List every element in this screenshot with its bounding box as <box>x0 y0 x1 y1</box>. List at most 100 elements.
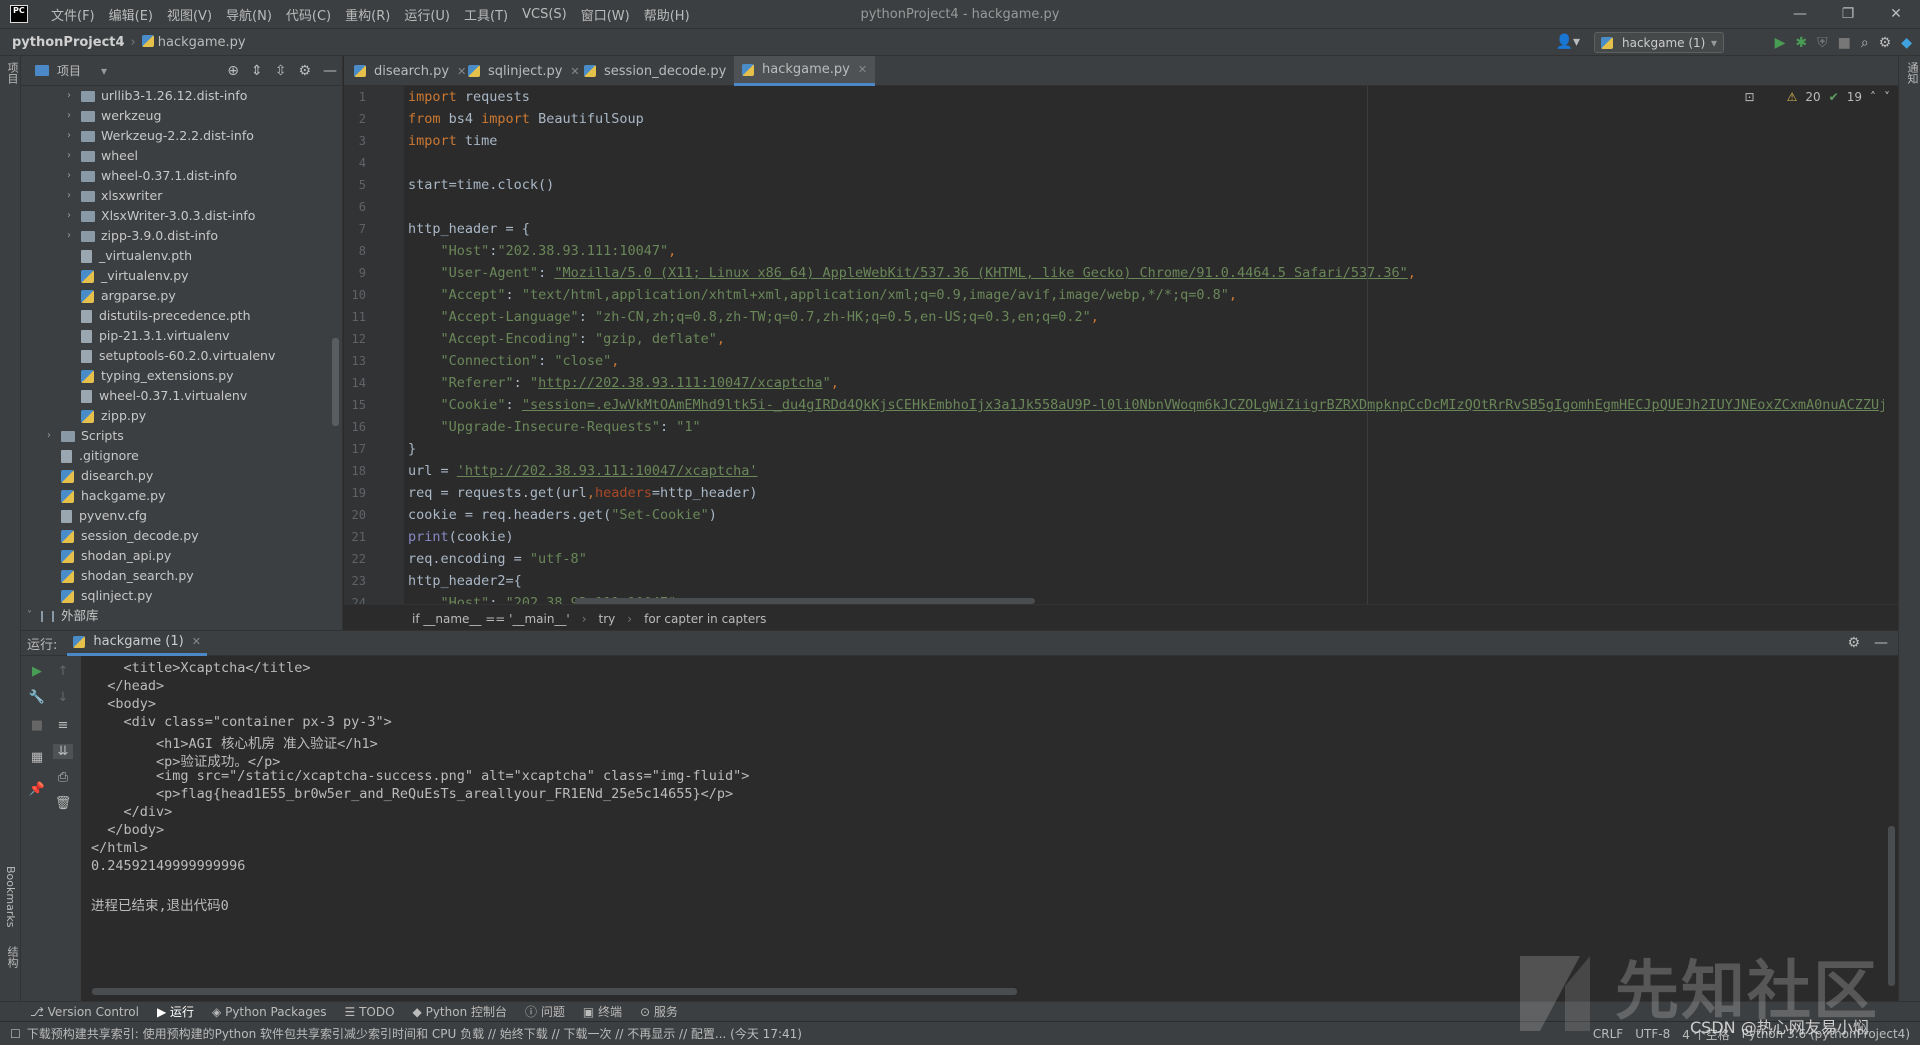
code-editor[interactable]: import requests from bs4 import Beautifu… <box>404 86 1884 604</box>
run-console[interactable]: <title>Xcaptcha</title> </head> <body> <… <box>81 656 1898 1001</box>
menu-tools[interactable]: 工具(T) <box>457 5 515 24</box>
pin-icon[interactable]: 📌 <box>27 782 47 797</box>
tree-item[interactable]: argparse.py <box>67 286 176 306</box>
interpreter-widget[interactable]: Python 3.6 (pythonProject4) <box>1742 1027 1910 1041</box>
wrench-icon[interactable]: 🔧 <box>27 690 47 705</box>
project-tool-button[interactable]: 项目 <box>4 62 20 84</box>
menu-code[interactable]: 代码(C) <box>279 5 338 24</box>
chevron-right-icon[interactable]: › <box>67 126 77 146</box>
breadcrumb-item[interactable]: try <box>599 612 616 626</box>
restore-button[interactable]: ❐ <box>1824 0 1872 29</box>
url-link[interactable]: 'http://202.38.93.111:10047/xcaptcha' <box>457 463 758 479</box>
tree-item[interactable]: › Scripts <box>47 426 124 446</box>
tree-item[interactable]: sqlinject.py <box>47 586 153 606</box>
run-tab[interactable]: hackgame (1) ✕ <box>67 631 207 656</box>
tree-item[interactable]: wheel-0.37.1.virtualenv <box>67 386 247 406</box>
python-packages-tool-button[interactable]: ◈ Python Packages <box>212 1005 326 1019</box>
menu-navigate[interactable]: 导航(N) <box>219 5 279 24</box>
tree-item[interactable]: typing_extensions.py <box>67 366 234 386</box>
soft-wrap-icon[interactable]: ≡ <box>53 718 73 733</box>
scroll-to-end-icon[interactable]: ⇊ <box>53 744 73 759</box>
layout-icon[interactable]: ▦ <box>27 750 47 765</box>
expand-all-icon[interactable]: ⇕ <box>251 63 263 79</box>
chevron-up-icon[interactable]: ˄ <box>1870 90 1876 104</box>
rerun-icon[interactable]: ▶ <box>27 664 47 679</box>
tree-item[interactable]: › werkzeug <box>67 106 161 126</box>
tree-item[interactable]: › wheel <box>67 146 138 166</box>
close-window-button[interactable]: ✕ <box>1872 0 1920 29</box>
tree-item[interactable]: _virtualenv.pth <box>67 246 192 266</box>
tree-scrollbar[interactable] <box>332 338 339 426</box>
tree-item[interactable]: › urllib3-1.26.12.dist-info <box>67 86 247 106</box>
todo-tool-button[interactable]: ☰ TODO <box>345 1005 395 1019</box>
breadcrumb-item[interactable]: if __name__ == '__main__' <box>412 612 570 626</box>
status-message[interactable]: 下载预构建共享索引: 使用预构建的Python 软件包共享索引减少索引时间和 C… <box>27 1025 802 1042</box>
user-icon[interactable]: 👤▾ <box>1556 34 1580 50</box>
locate-icon[interactable]: ⊕ <box>227 63 239 79</box>
minimize-button[interactable]: — <box>1776 0 1824 29</box>
tree-item[interactable]: distutils-precedence.pth <box>67 306 251 326</box>
stop-icon[interactable]: ■ <box>1838 35 1851 51</box>
tree-item[interactable]: › zipp-3.9.0.dist-info <box>67 226 218 246</box>
chevron-right-icon[interactable]: › <box>67 86 77 106</box>
menu-view[interactable]: 视图(V) <box>160 5 219 24</box>
close-tab-icon[interactable]: ✕ <box>858 63 867 76</box>
indent-widget[interactable]: 4 个空格 <box>1682 1026 1729 1043</box>
trash-icon[interactable]: 🗑 <box>53 796 73 811</box>
menu-help[interactable]: 帮助(H) <box>637 5 697 24</box>
tree-item[interactable]: › Werkzeug-2.2.2.dist-info <box>67 126 254 146</box>
chevron-right-icon[interactable]: › <box>67 166 77 186</box>
arrow-up-icon[interactable]: ↑ <box>53 664 73 679</box>
run-config-selector[interactable]: hackgame (1) ▾ <box>1594 32 1724 53</box>
status-square-icon[interactable]: ☐ <box>10 1027 21 1041</box>
run-tool-button[interactable]: ▶ 运行 <box>157 1003 194 1020</box>
tab-sqlinject[interactable]: sqlinject.py ✕ <box>460 56 588 86</box>
chevron-right-icon[interactable]: › <box>67 146 77 166</box>
gear-icon[interactable]: ⚙ <box>298 63 311 79</box>
tab-hackgame[interactable]: hackgame.py ✕ <box>734 56 876 86</box>
tree-item[interactable]: › XlsxWriter-3.0.3.dist-info <box>67 206 255 226</box>
print-icon[interactable]: ⎙ <box>53 770 73 785</box>
services-tool-button[interactable]: ⊙ 服务 <box>640 1003 678 1020</box>
tree-item[interactable]: shodan_search.py <box>47 566 194 586</box>
breadcrumb-project[interactable]: pythonProject4 <box>12 35 125 50</box>
tree-item[interactable]: _virtualenv.py <box>67 266 189 286</box>
chevron-right-icon[interactable]: › <box>67 206 77 226</box>
chevron-right-icon[interactable]: › <box>67 186 77 206</box>
chevron-down-icon[interactable]: ˅ <box>27 606 37 624</box>
tree-item[interactable]: pip-21.3.1.virtualenv <box>67 326 230 346</box>
python-console-tool-button[interactable]: ◆ Python 控制台 <box>413 1003 507 1020</box>
arrow-down-icon[interactable]: ↓ <box>53 690 73 705</box>
chevron-down-icon[interactable]: ▾ <box>101 64 107 78</box>
debug-icon[interactable]: ✱ <box>1795 35 1807 51</box>
line-separator-widget[interactable]: CRLF <box>1593 1027 1623 1041</box>
tab-disearch[interactable]: disearch.py ✕ <box>346 56 474 86</box>
tree-item[interactable]: .gitignore <box>47 446 139 466</box>
close-tab-icon[interactable]: ✕ <box>192 635 201 648</box>
menu-window[interactable]: 窗口(W) <box>574 5 637 24</box>
chevron-right-icon[interactable]: › <box>47 426 57 446</box>
menu-vcs[interactable]: VCS(S) <box>515 7 574 22</box>
run-icon[interactable]: ▶ <box>1775 35 1786 51</box>
collapse-all-icon[interactable]: ⇳ <box>275 63 287 79</box>
menu-edit[interactable]: 编辑(E) <box>102 5 160 24</box>
tree-item[interactable]: session_decode.py <box>47 526 199 546</box>
problems-tool-button[interactable]: ⓘ 问题 <box>525 1003 565 1020</box>
console-horizontal-scrollbar[interactable] <box>92 988 1017 995</box>
tree-item[interactable]: ˅ 外部库 <box>27 606 99 624</box>
encoding-widget[interactable]: UTF-8 <box>1635 1027 1670 1041</box>
notifications-tool-button[interactable]: 通知 <box>1904 62 1920 84</box>
tree-item[interactable]: hackgame.py <box>47 486 165 506</box>
tree-item[interactable]: zipp.py <box>67 406 146 426</box>
chevron-right-icon[interactable]: › <box>67 106 77 126</box>
hide-panel-icon[interactable]: — <box>323 63 337 79</box>
version-control-tool-button[interactable]: ⎇ Version Control <box>30 1005 139 1019</box>
jetbrains-logo-icon[interactable]: ◆ <box>1901 35 1912 51</box>
tree-item[interactable]: › wheel-0.37.1.dist-info <box>67 166 237 186</box>
coverage-icon[interactable]: ⛨ <box>1817 35 1828 51</box>
gear-icon[interactable]: ⚙ <box>1879 35 1892 51</box>
chevron-right-icon[interactable]: › <box>67 226 77 246</box>
tab-session-decode[interactable]: session_decode.py ✕ <box>576 56 752 86</box>
tree-item[interactable]: setuptools-60.2.0.virtualenv <box>67 346 275 366</box>
search-icon[interactable]: ⌕ <box>1861 35 1869 51</box>
